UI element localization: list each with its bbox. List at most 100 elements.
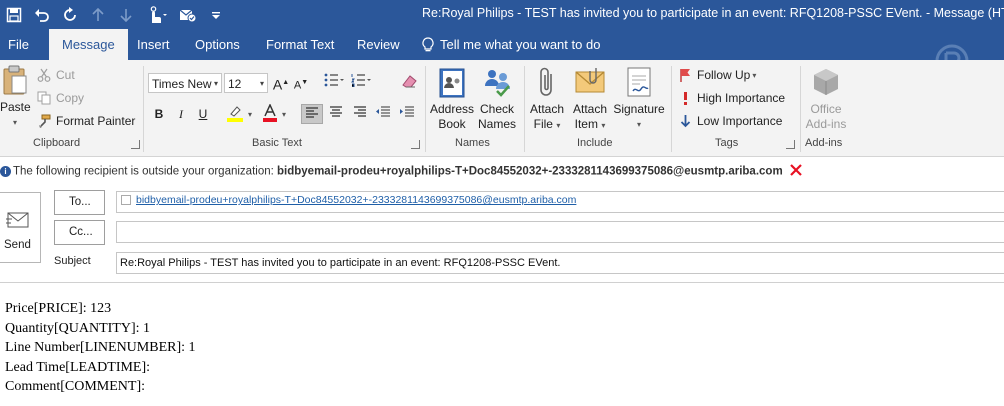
address-book-button[interactable]: Address Book xyxy=(429,66,475,132)
grow-font-button[interactable]: A▲ xyxy=(272,73,290,93)
follow-up-label: Follow Up xyxy=(697,68,751,82)
group-separator xyxy=(800,66,801,152)
addins-cube-icon xyxy=(814,69,838,95)
external-recipient-infobar: i The following recipient is outside your… xyxy=(0,163,1004,181)
shrink-font-button[interactable]: A▼ xyxy=(292,73,310,93)
recipient-chip[interactable]: bidbyemail-prodeu+royalphilips-T+Doc8455… xyxy=(121,194,576,206)
tab-message[interactable]: Message xyxy=(49,29,128,60)
check-names-button[interactable]: Check Names xyxy=(476,66,518,132)
signature-button[interactable]: Signature ▾ xyxy=(612,66,666,132)
clear-formatting-button[interactable] xyxy=(400,73,420,93)
touch-mode-icon[interactable] xyxy=(140,0,174,29)
font-color-icon xyxy=(263,103,277,122)
window-title: Re:Royal Philips - TEST has invited you … xyxy=(422,6,1004,20)
format-painter-button[interactable]: Format Painter xyxy=(37,114,135,128)
high-importance-button[interactable]: High Importance xyxy=(679,91,785,105)
cut-button[interactable]: Cut xyxy=(37,68,75,82)
send-envelope-icon xyxy=(6,212,29,228)
increase-indent-button[interactable] xyxy=(396,104,418,124)
office-addins-label-1: Office xyxy=(810,102,842,116)
font-name-box[interactable]: Times New ▾ xyxy=(148,73,222,93)
align-left-icon xyxy=(306,107,318,118)
bullets-button[interactable] xyxy=(323,73,345,93)
attach-file-label-1: Attach xyxy=(529,102,565,116)
tab-format-text[interactable]: Format Text xyxy=(266,29,334,60)
attach-item-label-2: Item ▾ xyxy=(574,117,606,131)
message-body[interactable]: Price[PRICE]: 123 Quantity[QUANTITY]: 1 … xyxy=(5,299,196,397)
cc-field[interactable] xyxy=(116,221,1004,243)
to-field[interactable]: bidbyemail-prodeu+royalphilips-T+Doc8455… xyxy=(116,191,1004,213)
tab-file[interactable]: File xyxy=(8,29,29,60)
check-names-label-1: Check xyxy=(479,102,514,116)
highlight-button[interactable] xyxy=(224,104,246,124)
highlight-dropdown-icon[interactable]: ▾ xyxy=(248,110,252,119)
info-icon: i xyxy=(0,166,11,177)
high-importance-label: High Importance xyxy=(697,91,786,105)
signature-label: Signature xyxy=(613,102,665,116)
send-button[interactable]: Send xyxy=(0,192,41,263)
align-left-button[interactable] xyxy=(301,104,323,124)
align-center-button[interactable] xyxy=(325,104,347,124)
body-line: Line Number[LINENUMBER]: 1 xyxy=(5,340,196,355)
numbering-button[interactable] xyxy=(350,73,372,93)
infobar-address: bidbyemail-prodeu+royalphilips-T+Doc8455… xyxy=(277,165,783,178)
eraser-icon xyxy=(402,75,417,88)
send-label: Send xyxy=(4,239,31,251)
follow-up-button[interactable]: Follow Up ▾ xyxy=(679,68,756,82)
italic-button[interactable]: I xyxy=(172,104,190,124)
address-book-icon xyxy=(439,68,465,98)
font-color-button[interactable] xyxy=(260,103,280,124)
group-separator xyxy=(524,66,525,152)
subject-value: Re:Royal Philips - TEST has invited you … xyxy=(120,257,561,269)
font-size-box[interactable]: 12 ▾ xyxy=(224,73,268,93)
bold-button[interactable]: B xyxy=(150,104,168,124)
highlighter-icon xyxy=(227,106,243,122)
font-name-dropdown-icon: ▾ xyxy=(213,79,218,88)
subject-field[interactable]: Re:Royal Philips - TEST has invited you … xyxy=(116,252,1004,274)
paperclip-icon xyxy=(540,67,552,96)
tags-group-label: Tags xyxy=(715,137,739,149)
to-button[interactable]: To... xyxy=(54,190,105,215)
customize-icon[interactable] xyxy=(202,0,230,29)
font-color-dropdown-icon[interactable]: ▾ xyxy=(282,110,286,119)
increase-indent-icon xyxy=(400,106,414,117)
follow-up-dropdown-icon: ▾ xyxy=(752,70,757,80)
subject-label: Subject xyxy=(54,255,91,267)
clipboard-launcher-icon[interactable] xyxy=(131,140,140,149)
attach-item-label-1: Attach xyxy=(572,102,608,116)
tab-review[interactable]: Review xyxy=(357,29,400,60)
basic-text-group-label: Basic Text xyxy=(252,137,302,149)
attach-item-button[interactable]: Attach Item ▾ xyxy=(570,66,610,133)
align-right-button[interactable] xyxy=(349,104,371,124)
basic-text-launcher-icon[interactable] xyxy=(411,140,420,149)
copy-button[interactable]: Copy xyxy=(37,91,84,105)
font-size-value: 12 xyxy=(228,77,242,91)
tags-launcher-icon[interactable] xyxy=(786,140,795,149)
tab-insert[interactable]: Insert xyxy=(137,29,170,60)
attach-file-button[interactable]: Attach File ▾ xyxy=(528,66,566,133)
attach-file-label-2: File ▾ xyxy=(533,117,561,131)
ribbon: Paste ▾ Cut Copy Format Painter Clipboar… xyxy=(0,60,1004,157)
paste-dropdown-icon: ▾ xyxy=(12,118,17,127)
paste-button[interactable]: Paste ▾ xyxy=(0,64,31,130)
address-book-label-1: Address xyxy=(429,102,475,116)
tab-options[interactable]: Options xyxy=(195,29,240,60)
email-check-icon[interactable] xyxy=(174,0,202,29)
group-separator xyxy=(671,66,672,152)
office-addins-button[interactable]: Office Add-ins xyxy=(804,66,848,132)
lightbulb-icon xyxy=(422,37,434,52)
redo-icon[interactable] xyxy=(56,0,84,29)
low-importance-button[interactable]: Low Importance xyxy=(679,114,782,128)
tell-me-search[interactable]: Tell me what you want to do xyxy=(422,29,600,60)
cc-button[interactable]: Cc... xyxy=(54,220,105,245)
underline-button[interactable]: U xyxy=(194,104,212,124)
down-arrow-icon[interactable] xyxy=(112,0,140,29)
up-arrow-icon[interactable] xyxy=(84,0,112,29)
undo-icon[interactable] xyxy=(28,0,56,29)
remove-recipient-icon[interactable] xyxy=(789,163,803,180)
decrease-indent-button[interactable] xyxy=(372,104,394,124)
low-importance-label: Low Importance xyxy=(697,114,783,128)
signature-dropdown-icon: ▾ xyxy=(636,120,641,129)
paintbrush-icon xyxy=(39,114,51,128)
save-icon[interactable] xyxy=(0,0,28,29)
